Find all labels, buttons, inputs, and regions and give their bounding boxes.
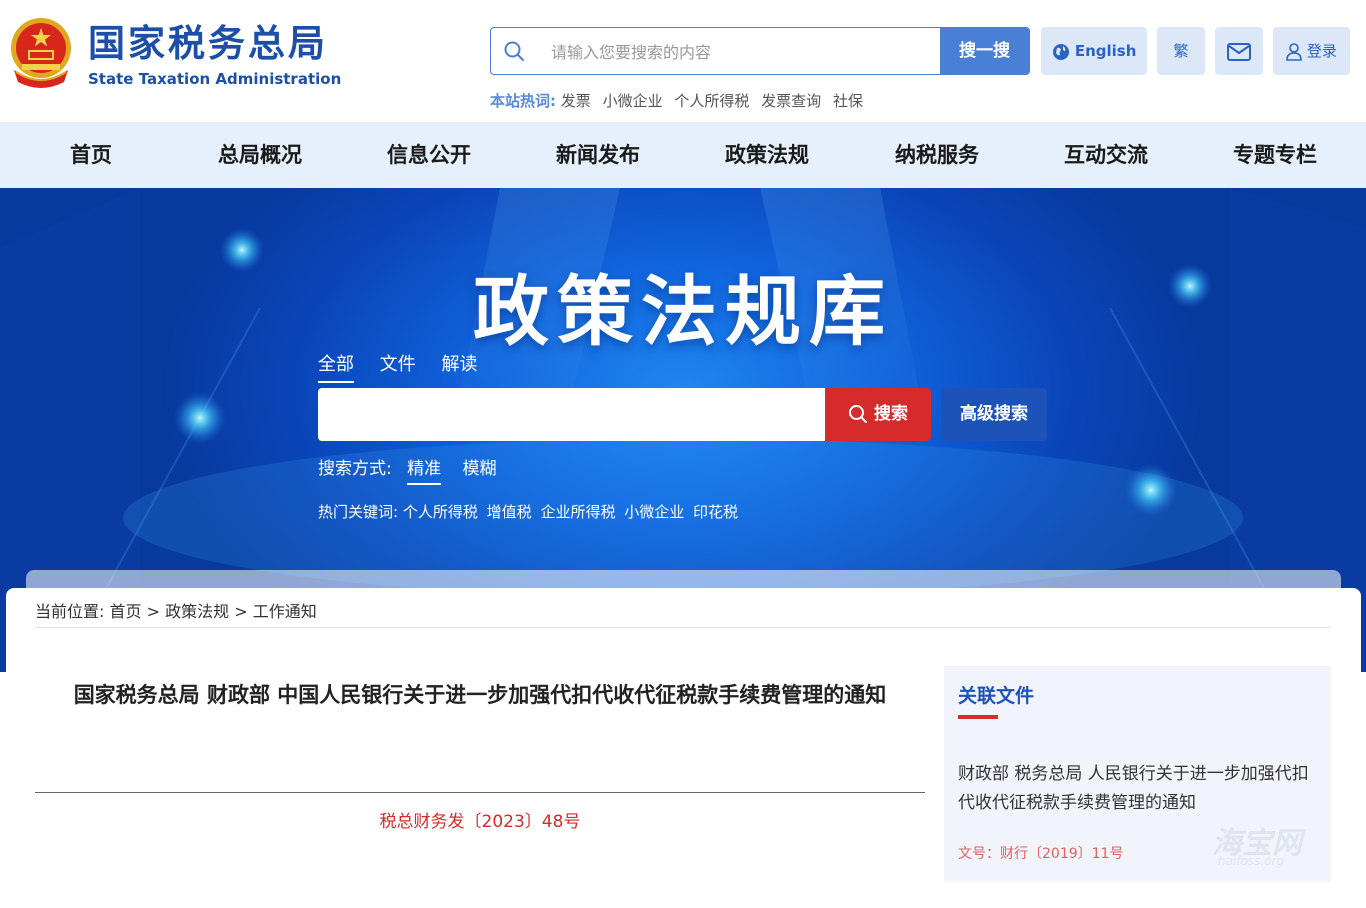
banner-title: 政策法规库 (473, 267, 893, 356)
hot-word-link[interactable]: 发票 (561, 92, 591, 110)
breadcrumb-current[interactable]: 工作通知 (253, 602, 317, 621)
globe-icon (1052, 43, 1069, 60)
search-scope-tabs: 全部 文件 解读 (318, 350, 497, 383)
hot-keyword-link[interactable]: 印花税 (693, 503, 738, 521)
mail-button[interactable] (1215, 27, 1263, 75)
site-hot-words: 本站热词: 发票 小微企业 个人所得税 发票查询 社保 (490, 90, 870, 111)
hot-keywords-label: 热门关键词: (318, 503, 399, 521)
policy-search-input[interactable] (318, 388, 825, 441)
search-mode: 搜索方式: 精准 模糊 (318, 454, 503, 485)
site-search-input[interactable] (549, 28, 933, 74)
nav-item-overview[interactable]: 总局概况 (175, 122, 345, 188)
site-watermark-sub: haifoss.org (1218, 854, 1285, 868)
hot-word-link[interactable]: 社保 (833, 92, 863, 110)
related-files-heading: 关联文件 (958, 685, 1035, 707)
hot-keyword-link[interactable]: 小微企业 (624, 503, 684, 521)
breadcrumb-divider (35, 627, 1331, 628)
site-search-box: 搜一搜 (490, 27, 1030, 75)
mail-icon (1227, 42, 1251, 61)
hot-word-link[interactable]: 发票查询 (761, 92, 821, 110)
heading-underline (958, 715, 998, 719)
related-file-link[interactable]: 财政部 税务总局 人民银行关于进一步加强代扣代收代征税款手续费管理的通知 (958, 760, 1313, 818)
login-button[interactable]: 登录 (1273, 27, 1350, 75)
hot-words-label: 本站热词: (490, 92, 556, 110)
user-icon (1286, 42, 1302, 61)
breadcrumb-home[interactable]: 首页 (110, 602, 142, 621)
brand-title-en[interactable]: State Taxation Administration (88, 70, 341, 88)
traditional-chinese-button[interactable]: 繁 (1157, 27, 1205, 75)
search-mode-label: 搜索方式: (318, 459, 392, 479)
document-title-divider (35, 792, 925, 793)
tab-documents[interactable]: 文件 (380, 350, 416, 381)
banner-hot-keywords: 热门关键词: 个人所得税 增值税 企业所得税 小微企业 印花税 (318, 501, 742, 522)
document-number: 税总财务发〔2023〕48号 (379, 812, 581, 832)
advanced-search-button[interactable]: 高级搜索 (941, 388, 1047, 441)
search-mode-fuzzy[interactable]: 模糊 (463, 454, 497, 483)
national-emblem-icon[interactable] (8, 16, 74, 88)
policy-search-label: 搜索 (874, 404, 908, 424)
site-header: 国家税务总局 State Taxation Administration 搜一搜… (0, 0, 1366, 122)
breadcrumb-separator: > (146, 602, 161, 621)
hot-keyword-link[interactable]: 增值税 (487, 503, 532, 521)
related-file-number: 文号：财行〔2019〕11号 (958, 846, 1124, 862)
search-icon (849, 405, 867, 423)
policy-search-button[interactable]: 搜索 (825, 388, 931, 441)
hot-keyword-link[interactable]: 个人所得税 (403, 503, 478, 521)
nav-item-special[interactable]: 专题专栏 (1190, 122, 1360, 188)
brand-title-cn[interactable]: 国家税务总局 (88, 22, 328, 66)
nav-item-policy[interactable]: 政策法规 (682, 122, 852, 188)
main-nav: 首页 总局概况 信息公开 新闻发布 政策法规 纳税服务 互动交流 专题专栏 (0, 122, 1366, 188)
tab-interpretations[interactable]: 解读 (441, 350, 477, 381)
hot-word-link[interactable]: 个人所得税 (674, 92, 749, 110)
nav-item-tax-service[interactable]: 纳税服务 (852, 122, 1022, 188)
breadcrumb: 当前位置: 首页 > 政策法规 > 工作通知 (35, 598, 317, 622)
english-label: English (1074, 42, 1137, 60)
nav-item-interaction[interactable]: 互动交流 (1021, 122, 1191, 188)
breadcrumb-label: 当前位置: (35, 602, 105, 621)
nav-item-home[interactable]: 首页 (6, 122, 176, 188)
nav-item-disclosure[interactable]: 信息公开 (344, 122, 514, 188)
english-button[interactable]: English (1041, 27, 1147, 75)
tab-all[interactable]: 全部 (318, 350, 354, 383)
breadcrumb-policy[interactable]: 政策法规 (165, 602, 229, 621)
site-search-button[interactable]: 搜一搜 (940, 28, 1029, 74)
nav-item-news[interactable]: 新闻发布 (513, 122, 683, 188)
breadcrumb-separator: > (234, 602, 248, 621)
login-label: 登录 (1306, 42, 1337, 60)
hot-keyword-link[interactable]: 企业所得税 (540, 503, 615, 521)
document-title: 国家税务总局 财政部 中国人民银行关于进一步加强代扣代收代征税款手续费管理的通知 (73, 683, 887, 707)
hot-word-link[interactable]: 小微企业 (603, 92, 663, 110)
search-icon (504, 41, 524, 61)
search-mode-exact[interactable]: 精准 (407, 454, 442, 485)
